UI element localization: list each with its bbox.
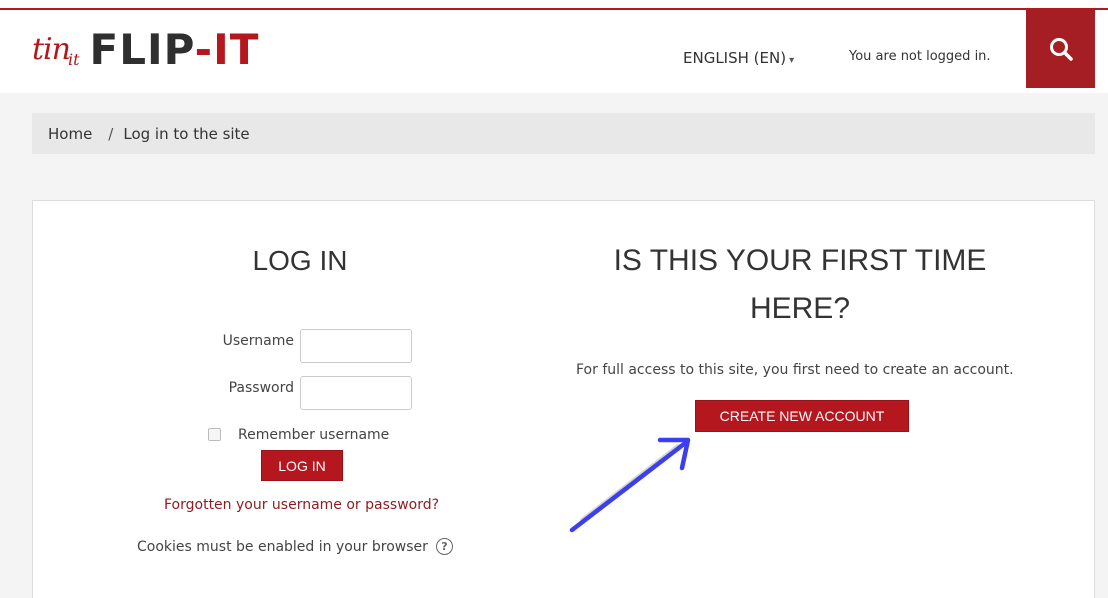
search-icon: [1049, 38, 1073, 61]
site-header: tin it FLIP-IT ENGLISH (EN) ▾ You are not…: [0, 10, 1108, 93]
create-account-button[interactable]: CREATE NEW ACCOUNT: [695, 400, 909, 432]
help-icon[interactable]: ?: [435, 538, 453, 555]
cookies-text: Cookies must be enabled in your browser: [137, 538, 428, 555]
logo-mark: tin: [32, 31, 71, 67]
username-input[interactable]: [300, 329, 412, 363]
logo-sub: it: [67, 49, 80, 69]
remember-username-checkbox[interactable]: [208, 428, 221, 441]
breadcrumb: Home / Log in to the site: [32, 113, 1095, 154]
cookies-notice: Cookies must be enabled in your browser …: [137, 538, 453, 555]
logo-text: FLIP-IT: [90, 25, 260, 74]
breadcrumb-current: Log in to the site: [123, 124, 250, 143]
chevron-down-icon: ▾: [789, 55, 795, 66]
logo-text-dash: -: [194, 24, 214, 74]
login-button[interactable]: LOG IN: [261, 450, 343, 481]
logo-text-main: FLIP: [89, 24, 195, 74]
search-button[interactable]: [1026, 10, 1095, 88]
login-heading: LOG IN: [252, 245, 348, 276]
language-label: ENGLISH (EN): [683, 49, 787, 67]
signup-heading: IS THIS YOUR FIRST TIME HERE?: [613, 244, 987, 325]
breadcrumb-home[interactable]: Home: [48, 125, 92, 143]
forgot-password-link[interactable]: Forgotten your username or password?: [164, 497, 439, 513]
site-logo[interactable]: tin it FLIP-IT: [32, 24, 259, 74]
password-input[interactable]: [300, 376, 412, 410]
login-page: tin it FLIP-IT ENGLISH (EN) ▾ You are not…: [0, 0, 1108, 598]
password-label: Password: [228, 380, 294, 396]
arrow-annotation-icon: [569, 437, 691, 533]
breadcrumb-separator: /: [108, 124, 114, 143]
top-accent-rule: [0, 0, 1108, 10]
remember-username-label: Remember username: [238, 427, 390, 443]
logo-text-it: IT: [213, 24, 260, 74]
signup-text: For full access to this site, you first …: [576, 362, 1014, 378]
language-selector[interactable]: ENGLISH (EN) ▾: [683, 49, 794, 67]
login-status: You are not logged in.: [849, 49, 991, 64]
username-label: Username: [222, 333, 294, 349]
